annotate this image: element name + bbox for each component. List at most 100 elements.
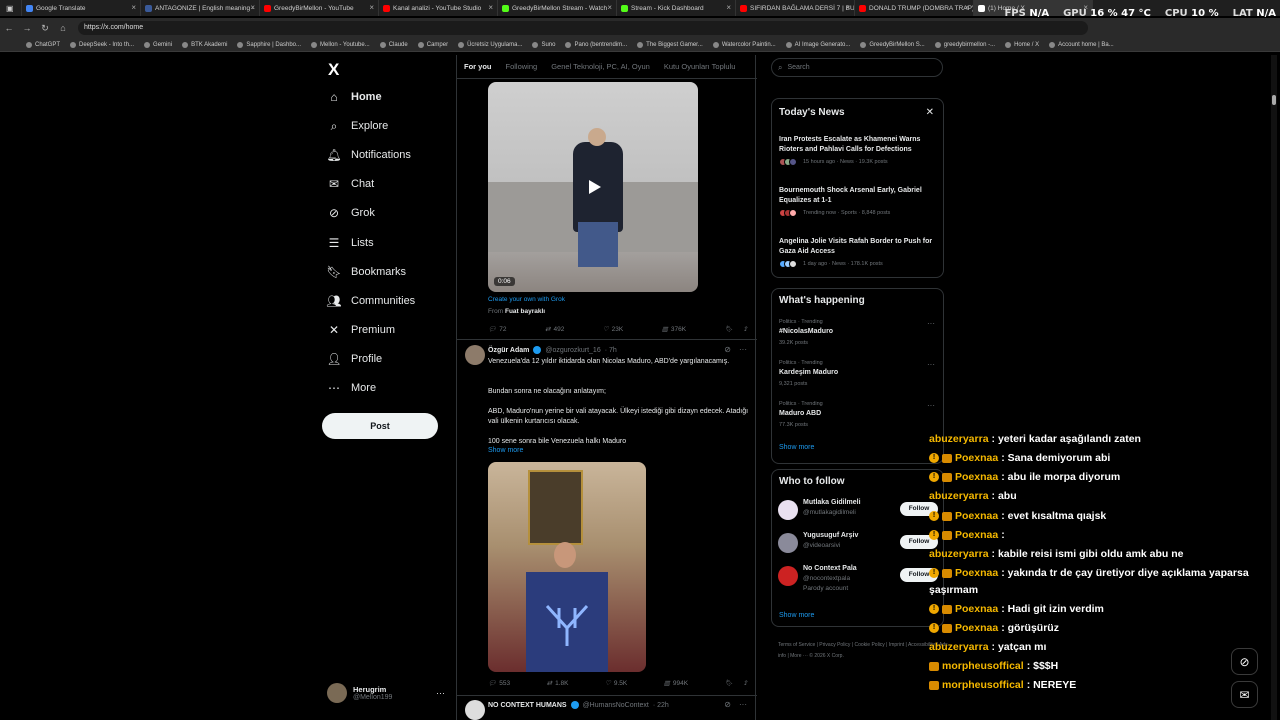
trend-name[interactable]: Kardeşim Maduro	[779, 369, 838, 376]
tweet-video[interactable]: 0:06	[488, 82, 698, 292]
like-button[interactable]: ♡ 9.5K	[605, 679, 627, 688]
more-dots-icon[interactable]: ···	[927, 401, 935, 410]
url-input[interactable]: https://x.com/home	[78, 21, 1088, 35]
chat-username[interactable]: Poexnaa	[955, 471, 998, 483]
chat-username[interactable]: Poexnaa	[955, 529, 998, 541]
reply-button[interactable]: 💬︎ 72	[488, 325, 507, 334]
sidebar-item-premium[interactable]: ✕ Premium	[327, 323, 395, 337]
sidebar-item-profile[interactable]: 👤︎ Profile	[326, 352, 382, 366]
reply-button[interactable]: 💬︎ 553	[488, 679, 510, 688]
show-more-link[interactable]: Show more	[779, 612, 814, 619]
browser-tab[interactable]: ANTAGONIZE | English meaning - ×	[141, 0, 260, 16]
chat-username[interactable]: Poexnaa	[955, 603, 998, 615]
tweet-time[interactable]: · 22h	[653, 702, 669, 709]
more-dots-icon[interactable]: ···	[927, 360, 935, 369]
chat-username[interactable]: abuzeryarra	[929, 548, 989, 560]
tab-menu-icon[interactable]: ▣	[0, 0, 22, 16]
grok-fab[interactable]: ⊘	[1231, 648, 1258, 675]
bookmark-item[interactable]: greedybirmellon -...	[934, 41, 995, 48]
browser-tab[interactable]: Kanal analizi - YouTube Studio ×	[379, 0, 498, 16]
bookmark-item[interactable]: BTK Akademi	[182, 41, 227, 48]
browser-tab[interactable]: GreedyBirMellon - YouTube ×	[260, 0, 379, 16]
chat-username[interactable]: Poexnaa	[955, 622, 998, 634]
x-logo[interactable]: X	[328, 60, 339, 80]
repost-button[interactable]: ⇄ 1.8K	[547, 679, 569, 688]
tab-3[interactable]: Kutu Oyunları Toplulu	[664, 62, 736, 71]
avatar[interactable]	[465, 345, 485, 365]
tweet-author-name[interactable]: NO CONTEXT HUMANS	[488, 702, 567, 709]
tab-close-icon[interactable]: ×	[131, 3, 136, 12]
sidebar-item-chat[interactable]: ✉ Chat	[327, 177, 374, 191]
share-icon[interactable]: ⇪	[743, 679, 748, 687]
show-more-link[interactable]: Show more	[779, 444, 814, 451]
bookmark-item[interactable]: Pano (bentrendim...	[565, 41, 627, 48]
scrollbar-thumb[interactable]	[1272, 95, 1276, 105]
sidebar-item-more[interactable]: ⋯ More	[327, 381, 376, 395]
tab-2[interactable]: Genel Teknoloji, PC, AI, Oyun	[551, 62, 650, 71]
show-more-link[interactable]: Show more	[488, 447, 523, 454]
bookmark-item[interactable]: Camper	[417, 41, 448, 48]
grok-create-link[interactable]: Create your own with Grok	[488, 296, 565, 303]
search-input[interactable]: Search	[787, 64, 809, 71]
chat-username[interactable]: abuzeryarra	[929, 641, 989, 653]
bookmark-icon[interactable]: 🔖︎	[725, 679, 733, 687]
trend-name[interactable]: Maduro ABD	[779, 410, 821, 417]
bookmark-item[interactable]: ChatGPT	[26, 41, 60, 48]
tweet-author-name[interactable]: Özgür Adam	[488, 347, 529, 354]
grok-icon[interactable]: ⊘	[724, 700, 731, 709]
play-icon[interactable]	[586, 179, 602, 195]
sidebar-item-notifications[interactable]: 🔔︎ Notifications	[326, 148, 411, 162]
bookmark-item[interactable]: Account home | Ba...	[1049, 41, 1114, 48]
search-box[interactable]: ⌕ Search	[771, 58, 943, 77]
follow-suggestion[interactable]: No Context Pala @nocontextpala Follow Parod…	[778, 564, 938, 592]
tab-close-icon[interactable]: ×	[726, 3, 731, 12]
chat-username[interactable]: morpheusoffical	[942, 660, 1024, 672]
close-icon[interactable]: ✕	[926, 107, 934, 118]
tab-close-icon[interactable]: ×	[845, 3, 850, 12]
browser-tab[interactable]: Stream - Kick Dashboard ×	[617, 0, 736, 16]
share-icon[interactable]: ⇪	[743, 325, 748, 333]
tab-close-icon[interactable]: ×	[250, 3, 255, 12]
home-page-icon[interactable]: ⌂	[54, 23, 72, 33]
bookmark-item[interactable]: Claude	[379, 41, 408, 48]
bookmark-item[interactable]: Ücretsiz Uygulama...	[458, 41, 522, 48]
bookmark-item[interactable]: DeepSeek - Into th...	[70, 41, 134, 48]
bookmark-item[interactable]: Home / X	[1005, 41, 1039, 48]
repost-button[interactable]: ⇄ 492	[545, 325, 564, 334]
tab-close-icon[interactable]: ×	[607, 3, 612, 12]
chat-username[interactable]: abuzeryarra	[929, 433, 989, 445]
tab-1[interactable]: Following	[506, 62, 538, 71]
browser-tab[interactable]: SIFIRDAN BAĞLAMA DERSİ 7 | BU ×	[736, 0, 855, 16]
bookmark-item[interactable]: GreedyBirMellon S...	[860, 41, 925, 48]
news-title[interactable]: Angelina Jolie Visits Rafah Border to Pu…	[779, 237, 939, 256]
bookmark-icon[interactable]: 🔖︎	[725, 325, 733, 333]
browser-tab[interactable]: GreedyBirMellon Stream - Watch ×	[498, 0, 617, 16]
avatar[interactable]	[465, 700, 485, 720]
more-dots-icon[interactable]: ···	[436, 688, 445, 698]
tweet-author-handle[interactable]: @HumansNoContext	[583, 702, 649, 709]
tab-close-icon[interactable]: ×	[964, 3, 969, 12]
messages-fab[interactable]: ✉	[1231, 681, 1258, 708]
trend-name[interactable]: #NicolasMaduro	[779, 328, 833, 335]
chat-username[interactable]: Poexnaa	[955, 452, 998, 464]
browser-tab[interactable]: Google Translate ×	[22, 0, 141, 16]
tab-0[interactable]: For you	[464, 62, 492, 71]
news-title[interactable]: Bournemouth Shock Arsenal Early, Gabriel…	[779, 186, 939, 205]
bookmark-item[interactable]: Gemini	[144, 41, 172, 48]
bookmark-item[interactable]: Sapphire | Dashbo...	[237, 41, 301, 48]
chat-username[interactable]: Poexnaa	[955, 510, 998, 522]
forward-icon[interactable]: →	[18, 23, 36, 33]
more-dots-icon[interactable]: ···	[739, 345, 747, 354]
from-name[interactable]: Fuat bayraklı	[505, 308, 545, 315]
bookmark-item[interactable]: AI Image Generato...	[785, 41, 850, 48]
sidebar-item-explore[interactable]: ⌕ Explore	[327, 119, 389, 133]
sidebar-item-lists[interactable]: ☰ Lists	[327, 236, 374, 250]
chat-username[interactable]: morpheusoffical	[942, 679, 1024, 691]
sidebar-item-home[interactable]: ⌂ Home	[327, 90, 381, 104]
grok-icon[interactable]: ⊘	[724, 345, 731, 354]
sidebar-item-communities[interactable]: 👥︎ Communities	[326, 294, 415, 308]
reload-icon[interactable]: ↻	[36, 23, 54, 34]
bookmark-item[interactable]: Watercolor Paintin...	[712, 41, 776, 48]
news-title[interactable]: Iran Protests Escalate as Khamenei Warns…	[779, 135, 939, 154]
views-button[interactable]: ▥ 376K	[662, 325, 686, 334]
